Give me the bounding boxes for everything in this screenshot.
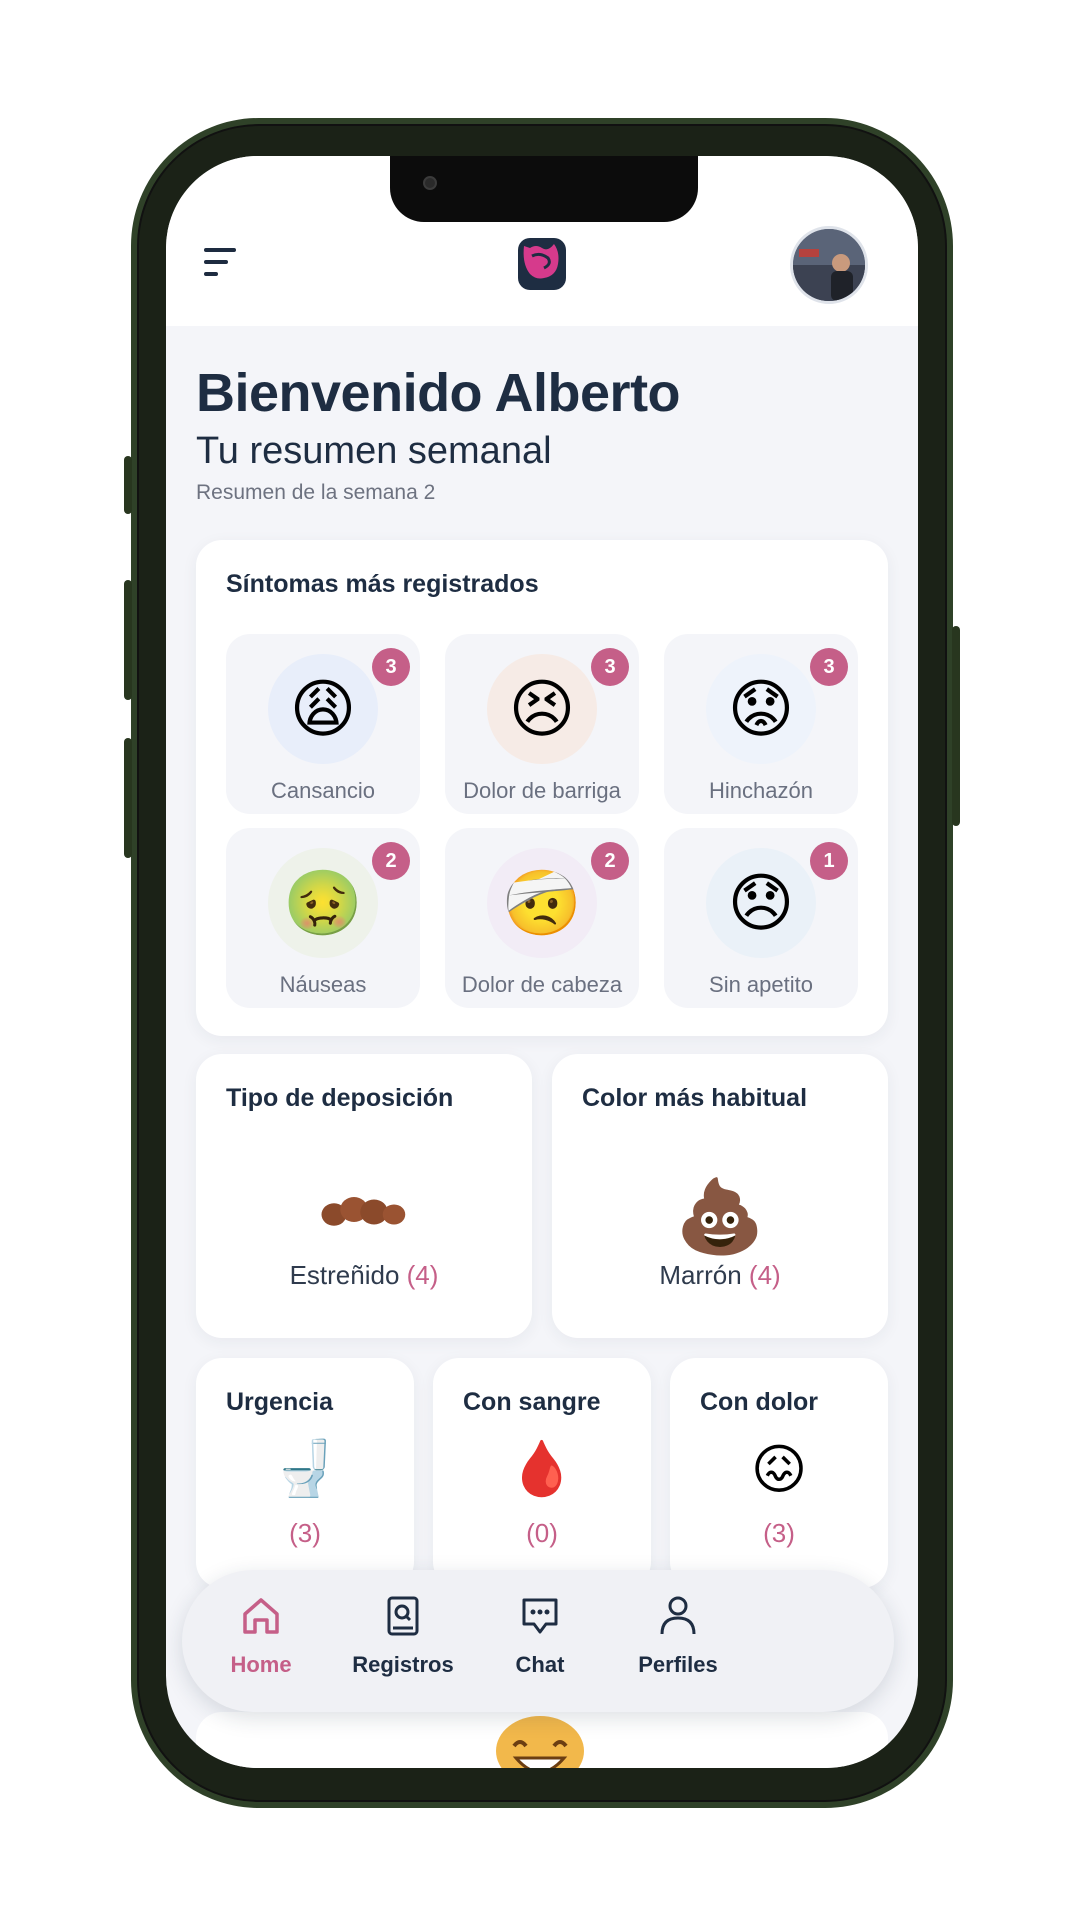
pain-count: (3) (763, 1518, 795, 1548)
person-icon (660, 1596, 696, 1635)
tired-boy-icon: 😩 (268, 654, 378, 764)
poop-icon: 💩 (675, 1177, 765, 1257)
symptom-tile-cansancio[interactable]: 😩 3 Cansancio (226, 634, 420, 814)
nav-home-label: Home (230, 1652, 292, 1677)
color-label: Marrón (659, 1260, 742, 1290)
headache-girl-icon: 🤕 (487, 848, 597, 958)
weekly-summary-subtitle: Tu resumen semanal (196, 430, 552, 472)
greeting-section: Bienvenido Alberto Tu resumen semanal Re… (196, 362, 681, 505)
symptom-label: Cansancio (271, 778, 375, 803)
urgency-card[interactable]: Urgencia 🚽 (3) (196, 1358, 414, 1588)
bottom-nav: Home Registros Chat Perfiles (182, 1570, 894, 1712)
symptom-count-badge: 3 (372, 648, 410, 686)
blood-icon: 🩸 (508, 1439, 576, 1499)
chat-bubble-icon (522, 1598, 558, 1634)
nav-chat[interactable]: Chat (465, 1592, 615, 1692)
color-value: Marrón (4) (552, 1260, 888, 1291)
deposition-type-value: Estreñido (4) (196, 1260, 532, 1291)
camera-icon (423, 176, 437, 190)
phone-notch (390, 156, 698, 222)
welcome-title: Bienvenido Alberto (196, 363, 681, 423)
symptom-count-badge: 2 (372, 842, 410, 880)
nav-home[interactable]: Home (186, 1592, 336, 1692)
bloating-boy-icon: 😟 (706, 654, 816, 764)
urgency-toilet-icon: 🚽 (271, 1439, 339, 1499)
no-appetite-boy-icon: 😞 (706, 848, 816, 958)
color-title: Color más habitual (582, 1084, 808, 1112)
pain-title: Con dolor (700, 1388, 819, 1416)
deposition-type-count: (4) (406, 1260, 439, 1290)
symptom-tile-nauseas[interactable]: 🤢 2 Náuseas (226, 828, 420, 1008)
phone-volume-down (124, 738, 132, 858)
deposition-type-label: Estreñido (289, 1260, 400, 1290)
records-book-icon (387, 1596, 419, 1636)
symptom-tile-dolor-de-barriga[interactable]: 😣 3 Dolor de barriga (445, 634, 639, 814)
nav-profiles-label: Perfiles (638, 1652, 718, 1677)
deposition-type-card[interactable]: Tipo de deposición Estreñido (4) (196, 1054, 532, 1338)
pain-card[interactable]: Con dolor 😖 (3) (670, 1358, 888, 1588)
phone-volume-up (124, 580, 132, 700)
urgency-title: Urgencia (226, 1388, 333, 1416)
hamburger-menu-icon[interactable] (204, 248, 244, 284)
week-label: Resumen de la semana 2 (196, 481, 436, 504)
nausea-boy-icon: 🤢 (268, 848, 378, 958)
symptom-count-badge: 3 (810, 648, 848, 686)
symptoms-card: Síntomas más registrados 😩 3 Cansancio 😣… (196, 540, 888, 1036)
home-icon (243, 1598, 279, 1634)
nav-records-label: Registros (352, 1652, 454, 1677)
blood-title: Con sangre (463, 1388, 601, 1416)
pain-icon: 😖 (750, 1440, 808, 1500)
nav-profiles[interactable]: Perfiles (603, 1592, 753, 1692)
symptom-label: Dolor de barriga (463, 778, 621, 803)
deposition-type-title: Tipo de deposición (226, 1084, 454, 1112)
phone-power-button (952, 626, 960, 826)
user-avatar[interactable] (790, 226, 868, 304)
symptom-tile-sin-apetito[interactable]: 😞 1 Sin apetito (664, 828, 858, 1008)
nav-chat-label: Chat (515, 1652, 565, 1677)
blood-count: (0) (526, 1518, 558, 1548)
blood-card[interactable]: Con sangre 🩸 (0) (433, 1358, 651, 1588)
symptom-count-badge: 2 (591, 842, 629, 880)
constipated-stool-icon (321, 1197, 406, 1226)
symptom-tile-dolor-de-cabeza[interactable]: 🤕 2 Dolor de cabeza (445, 828, 639, 1008)
color-count: (4) (748, 1260, 781, 1290)
symptom-count-badge: 1 (810, 842, 848, 880)
app-screen: Bienvenido Alberto Tu resumen semanal Re… (166, 156, 918, 1768)
nav-records[interactable]: Registros (328, 1592, 478, 1692)
symptom-tile-hinchazon[interactable]: 😟 3 Hinchazón (664, 634, 858, 814)
phone-side-button (124, 456, 132, 514)
intestine-logo-icon (518, 238, 566, 290)
symptom-label: Hinchazón (709, 778, 813, 803)
urgency-count: (3) (289, 1518, 321, 1548)
stomach-ache-girl-icon: 😣 (487, 654, 597, 764)
symptom-label: Sin apetito (709, 972, 813, 997)
symptom-label: Dolor de cabeza (461, 972, 623, 997)
color-card[interactable]: Color más habitual 💩 Marrón (4) (552, 1054, 888, 1338)
symptoms-title: Síntomas más registrados (226, 570, 539, 598)
symptom-label: Náuseas (279, 972, 367, 997)
symptom-count-badge: 3 (591, 648, 629, 686)
